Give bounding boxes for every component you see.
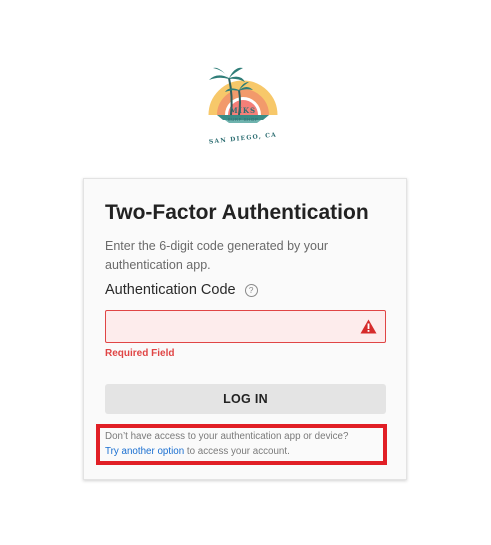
brand-name: MIKS	[229, 106, 257, 115]
auth-code-input[interactable]	[106, 311, 366, 342]
brand-subtitle: SURF SHOP	[227, 117, 259, 122]
error-message: Required Field	[105, 348, 175, 359]
instructions-text: Enter the 6-digit code generated by your…	[105, 239, 329, 272]
auth-code-label-text: Authentication Code	[105, 282, 236, 298]
login-button[interactable]: LOG IN	[105, 384, 386, 414]
auth-code-field	[105, 310, 386, 343]
alt-access-text: Don’t have access to your authentication…	[105, 430, 385, 459]
try-another-option-link[interactable]: Try another option	[105, 446, 184, 457]
alt-access-suffix: to access your account.	[184, 445, 290, 457]
warning-icon	[360, 319, 377, 334]
help-icon[interactable]: ?	[244, 283, 258, 297]
brand-logo: MIKS SURF SHOP SAN DIEGO, CA	[205, 60, 281, 152]
alt-access-prompt: Don’t have access to your authentication…	[105, 431, 349, 442]
auth-code-label: Authentication Code ?	[105, 282, 258, 298]
page-title: Two-Factor Authentication	[105, 201, 369, 224]
